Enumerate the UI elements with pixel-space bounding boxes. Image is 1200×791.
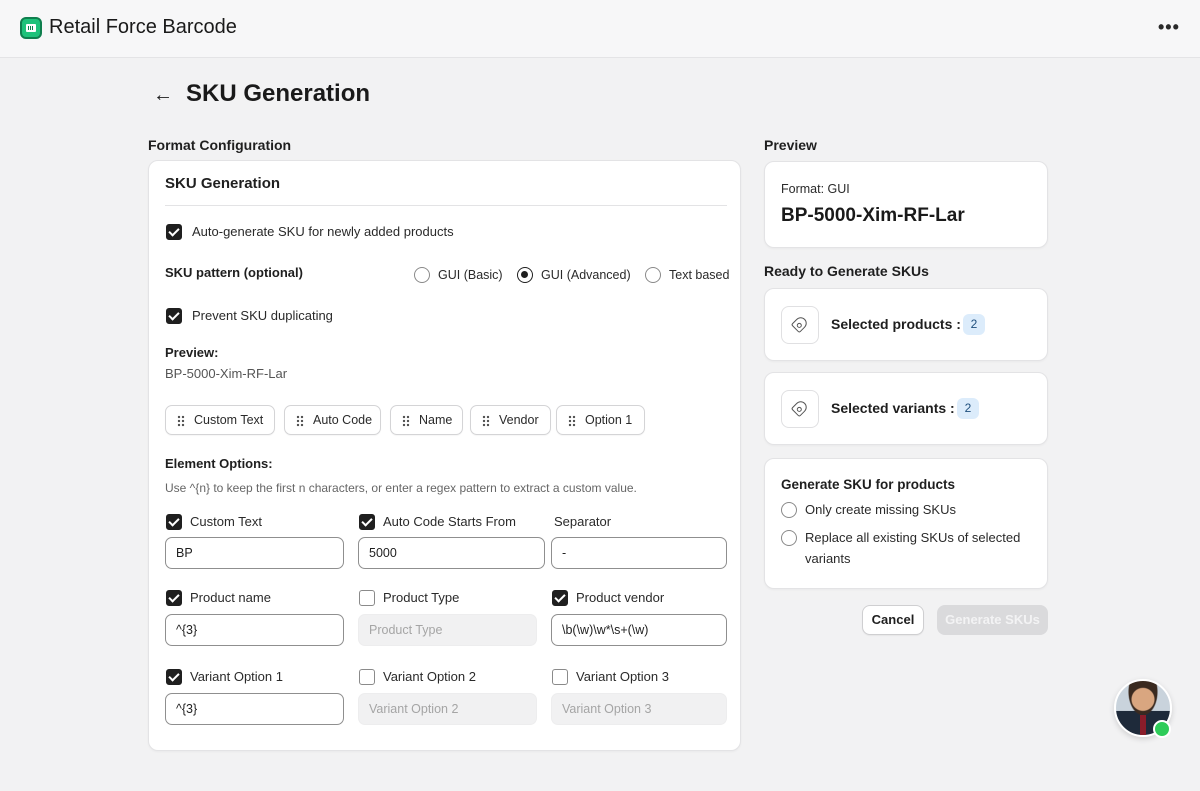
variant-option-2-checkbox[interactable]	[359, 669, 375, 685]
selected-products-card: Selected products : 2	[764, 288, 1048, 361]
preview-sku-value: BP-5000-Xim-RF-Lar	[781, 205, 965, 226]
auto-code-input[interactable]: 5000	[358, 537, 545, 569]
chip-label: Auto Code	[313, 413, 373, 427]
drag-handle-icon[interactable]	[296, 415, 304, 427]
custom-text-checkbox[interactable]	[166, 514, 182, 530]
chip-auto-code[interactable]: Auto Code	[284, 405, 381, 435]
selected-products-label: Selected products :	[831, 316, 961, 332]
variant-option-2-input[interactable]: Variant Option 2	[358, 693, 537, 725]
back-arrow-icon[interactable]: ←	[153, 84, 175, 106]
auto-generate-label: Auto-generate SKU for newly added produc…	[192, 224, 454, 239]
pattern-option-gui-basic: GUI (Basic)	[438, 268, 503, 282]
page-title: SKU Generation	[186, 80, 371, 107]
variant-option-1-label: Variant Option 1	[190, 669, 283, 684]
product-type-checkbox[interactable]	[359, 590, 375, 606]
variant-option-1-input[interactable]: ^{3}	[165, 693, 344, 725]
chip-label: Vendor	[499, 413, 539, 427]
variant-option-3-checkbox[interactable]	[552, 669, 568, 685]
product-name-checkbox[interactable]	[166, 590, 182, 606]
replace-all-label: Replace all existing SKUs of selected	[805, 530, 1021, 545]
pattern-radio-gui-advanced[interactable]	[517, 267, 533, 283]
replace-all-label-cont: variants	[805, 551, 851, 566]
more-options-icon[interactable]: •••	[1158, 18, 1179, 38]
product-vendor-label: Product vendor	[576, 590, 665, 605]
preview-format-text: Format: GUI	[781, 182, 850, 196]
product-name-label: Product name	[190, 590, 271, 605]
ready-section-label: Ready to Generate SKUs	[764, 263, 929, 279]
prevent-duplicate-label: Prevent SKU duplicating	[192, 308, 333, 323]
only-missing-label: Only create missing SKUs	[805, 502, 956, 517]
cancel-button[interactable]: Cancel	[862, 605, 924, 635]
variant-option-3-label: Variant Option 3	[576, 669, 669, 684]
drag-handle-icon[interactable]	[402, 415, 410, 427]
pattern-option-text-based: Text based	[669, 268, 730, 282]
element-options-hint: Use ^{n} to keep the first n characters,…	[165, 481, 637, 495]
product-type-label: Product Type	[383, 590, 460, 605]
card-title: SKU Generation	[165, 175, 281, 192]
replace-all-radio[interactable]	[781, 530, 797, 546]
custom-text-input[interactable]: BP	[165, 537, 344, 569]
online-status-dot	[1153, 720, 1171, 738]
tag-icon	[790, 398, 810, 418]
custom-text-label: Custom Text	[190, 514, 263, 529]
format-preview-label: Preview:	[165, 345, 219, 360]
drag-handle-icon[interactable]	[568, 415, 576, 427]
drag-handle-icon[interactable]	[177, 415, 185, 427]
selected-products-badge: 2	[963, 314, 985, 335]
variant-option-3-input[interactable]: Variant Option 3	[551, 693, 727, 725]
generate-skus-button[interactable]: Generate SKUs	[937, 605, 1048, 635]
variant-option-2-label: Variant Option 2	[383, 669, 476, 684]
product-vendor-checkbox[interactable]	[552, 590, 568, 606]
chip-option-1[interactable]: Option 1	[556, 405, 645, 435]
format-configuration-card: SKU Generation Auto-generate SKU for new…	[148, 160, 741, 751]
tag-icon	[790, 314, 810, 334]
drag-handle-icon[interactable]	[482, 415, 490, 427]
product-vendor-input[interactable]: \b(\w)\w*\s+(\w)	[551, 614, 727, 646]
chip-label: Custom Text	[194, 413, 264, 427]
product-type-input[interactable]: Product Type	[358, 614, 537, 646]
only-missing-radio[interactable]	[781, 502, 797, 518]
variant-option-1-checkbox[interactable]	[166, 669, 182, 685]
top-bar: Retail Force Barcode •••	[0, 0, 1200, 58]
app-title: Retail Force Barcode	[49, 16, 237, 38]
chip-label: Name	[419, 413, 453, 427]
pattern-radio-gui-basic[interactable]	[414, 267, 430, 283]
product-name-input[interactable]: ^{3}	[165, 614, 344, 646]
auto-generate-checkbox[interactable]	[166, 224, 182, 240]
pattern-option-gui-advanced: GUI (Advanced)	[541, 268, 631, 282]
auto-code-checkbox[interactable]	[359, 514, 375, 530]
chip-label: Option 1	[585, 413, 633, 427]
divider	[165, 205, 727, 206]
prevent-duplicate-checkbox[interactable]	[166, 308, 182, 324]
chip-name[interactable]: Name	[390, 405, 463, 435]
selected-variants-badge: 2	[957, 398, 979, 419]
format-configuration-label: Format Configuration	[148, 137, 292, 153]
tag-icon-box	[781, 390, 819, 428]
generate-for-card: Generate SKU for products Only create mi…	[764, 458, 1048, 589]
sku-pattern-label: SKU pattern (optional)	[165, 265, 303, 280]
generate-for-title: Generate SKU for products	[781, 477, 956, 492]
separator-input[interactable]: -	[551, 537, 727, 569]
tag-icon-box	[781, 306, 819, 344]
preview-section-label: Preview	[764, 137, 817, 153]
preview-card: Format: GUI BP-5000-Xim-RF-Lar	[764, 161, 1048, 248]
chip-vendor[interactable]: Vendor	[470, 405, 551, 435]
pattern-radio-text-based[interactable]	[645, 267, 661, 283]
barcode-app-icon	[20, 17, 42, 39]
element-options-label: Element Options:	[165, 456, 273, 471]
auto-code-label: Auto Code Starts From	[383, 514, 516, 529]
separator-label: Separator	[554, 514, 612, 529]
selected-variants-label: Selected variants :	[831, 400, 955, 416]
chip-custom-text[interactable]: Custom Text	[165, 405, 275, 435]
format-preview-value: BP-5000-Xim-RF-Lar	[165, 366, 288, 381]
selected-variants-card: Selected variants : 2	[764, 372, 1048, 445]
